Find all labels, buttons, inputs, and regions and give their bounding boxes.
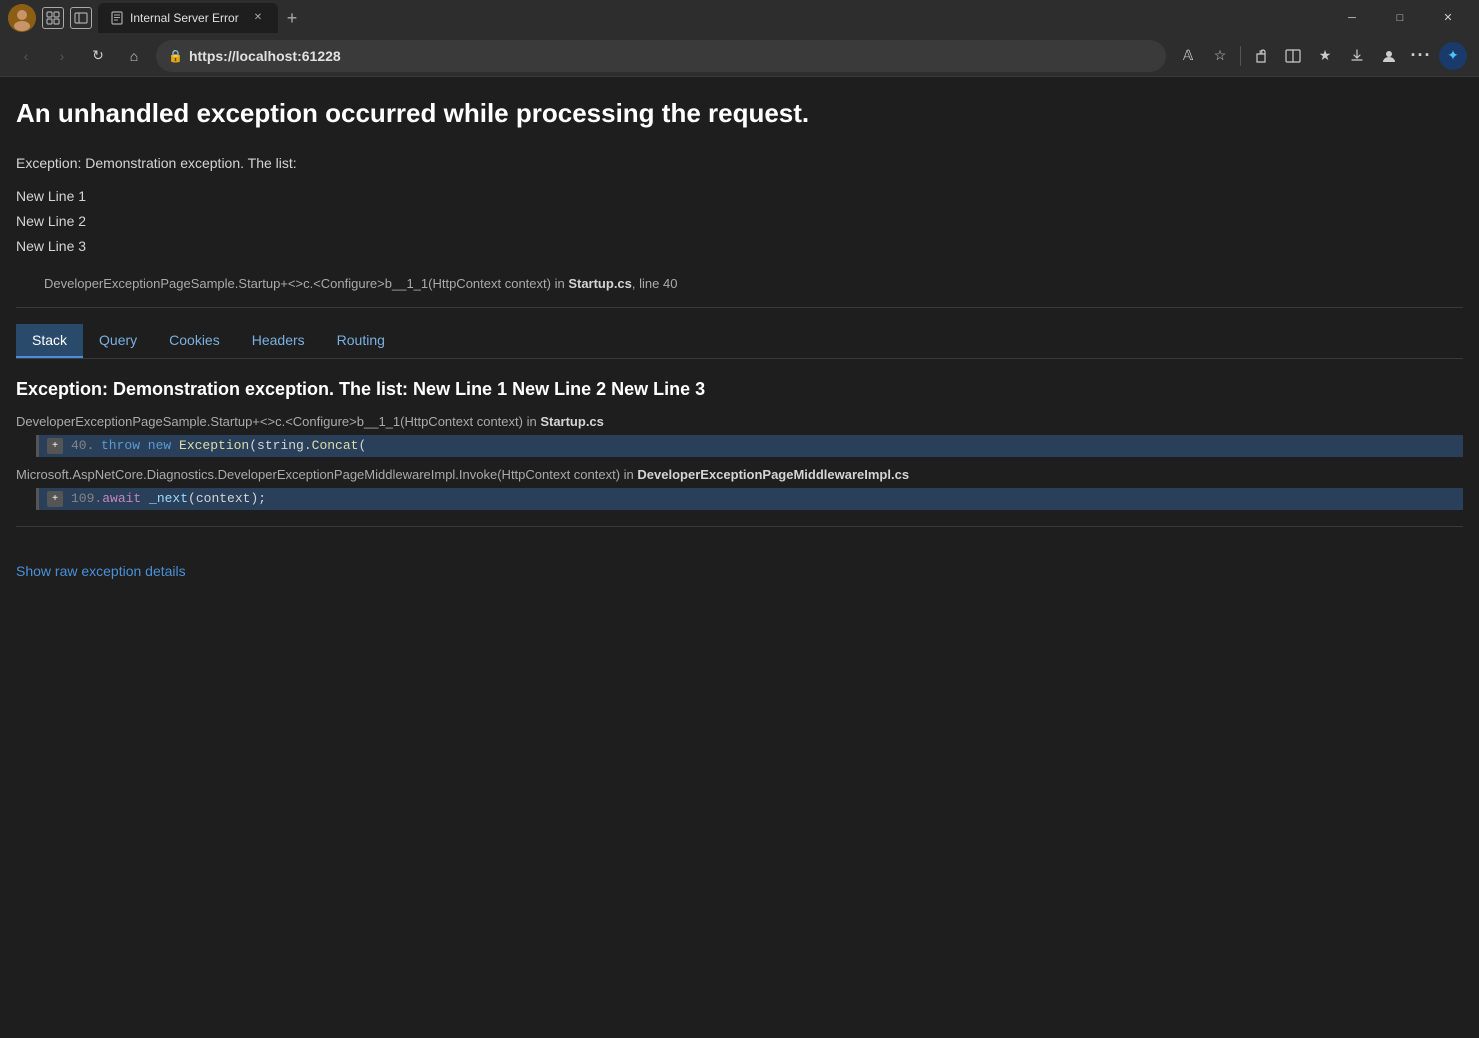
new-tab-button[interactable]: +	[278, 5, 306, 33]
minimize-button[interactable]: ─	[1329, 0, 1375, 35]
copilot-button[interactable]: ✦	[1439, 42, 1467, 70]
url-protocol: https://	[189, 48, 236, 64]
code-paren-1: (string.	[249, 438, 311, 453]
divider-1	[16, 307, 1463, 308]
address-bar[interactable]: 🔒 https://localhost:61228	[156, 40, 1166, 72]
lock-icon: 🔒	[168, 49, 183, 63]
split-screen-button[interactable]	[1279, 42, 1307, 70]
tab-close-button[interactable]: ✕	[250, 10, 266, 26]
frame-2-file: DeveloperExceptionPageMiddlewareImpl.cs	[637, 467, 909, 482]
title-bar: Internal Server Error ✕ + ─ □ ✕	[0, 0, 1479, 35]
frame-1-location: DeveloperExceptionPageSample.Startup+<>c…	[16, 414, 540, 429]
maximize-button[interactable]: □	[1377, 0, 1423, 35]
back-button[interactable]: ‹	[12, 42, 40, 70]
title-bar-controls: ─ □ ✕	[1329, 0, 1471, 35]
address-text: https://localhost:61228	[189, 48, 1154, 64]
stack-location: DeveloperExceptionPageSample.Startup+<>c…	[44, 276, 1463, 291]
extensions-button[interactable]	[1247, 42, 1275, 70]
exception-intro: Exception: Demonstration exception. The …	[16, 151, 1463, 176]
method-concat: Concat	[312, 438, 359, 453]
favorites-button[interactable]: ☆	[1206, 42, 1234, 70]
tab-favicon-icon	[110, 11, 124, 25]
exception-lines-list: New Line 1 New Line 2 New Line 3	[16, 184, 1463, 260]
code-call: (context);	[188, 491, 266, 506]
nav-divider	[1240, 46, 1241, 66]
tab-group-icon[interactable]	[42, 7, 64, 29]
title-bar-left	[8, 4, 92, 32]
exception-line-3: New Line 3	[16, 234, 1463, 259]
tab-routing[interactable]: Routing	[321, 324, 401, 358]
code-text-109: await _next(context);	[102, 491, 266, 506]
stack-frame-2-header: Microsoft.AspNetCore.Diagnostics.Develop…	[16, 465, 1463, 484]
nav-right-icons: 𝔸 ☆ ★ ··· ✦	[1174, 42, 1467, 70]
url-port: :61228	[297, 48, 341, 64]
refresh-button[interactable]: ↻	[84, 42, 112, 70]
expand-button-2[interactable]: +	[47, 491, 63, 507]
stack-frame-1: DeveloperExceptionPageSample.Startup+<>c…	[16, 412, 1463, 457]
exception-line-2: New Line 2	[16, 209, 1463, 234]
code-line-109: + 109. await _next(context);	[39, 488, 1463, 510]
tab-cookies[interactable]: Cookies	[153, 324, 236, 358]
line-number-109: 109.	[71, 491, 102, 506]
sidebar-toggle[interactable]	[70, 7, 92, 29]
close-button[interactable]: ✕	[1425, 0, 1471, 35]
stack-exception-title: Exception: Demonstration exception. The …	[16, 379, 1463, 400]
tabs-nav: Stack Query Cookies Headers Routing	[16, 324, 1463, 358]
stack-location-text: DeveloperExceptionPageSample.Startup+<>c…	[44, 276, 568, 291]
code-text-40: throw new Exception(string.Concat(	[101, 438, 366, 453]
exception-line-1: New Line 1	[16, 184, 1463, 209]
nav-bar: ‹ › ↻ ⌂ 🔒 https://localhost:61228 𝔸 ☆ ★	[0, 35, 1479, 77]
frame-2-code-block: + 109. await _next(context);	[36, 488, 1463, 510]
error-heading: An unhandled exception occurred while pr…	[16, 97, 1463, 131]
tab-title: Internal Server Error	[130, 11, 244, 25]
frame-2-location: Microsoft.AspNetCore.Diagnostics.Develop…	[16, 467, 637, 482]
profile-avatar[interactable]	[8, 4, 36, 32]
keyword-throw: throw new	[101, 438, 179, 453]
tab-headers[interactable]: Headers	[236, 324, 321, 358]
stack-frame-2: Microsoft.AspNetCore.Diagnostics.Develop…	[16, 465, 1463, 510]
browser-window: Internal Server Error ✕ + ─ □ ✕ ‹ › ↻ ⌂ …	[0, 0, 1479, 1038]
profile-button[interactable]	[1375, 42, 1403, 70]
keyword-await: await	[102, 491, 149, 506]
show-raw-link[interactable]: Show raw exception details	[16, 563, 186, 579]
stack-frame-1-header: DeveloperExceptionPageSample.Startup+<>c…	[16, 412, 1463, 431]
method-exception: Exception	[179, 438, 249, 453]
tab-query[interactable]: Query	[83, 324, 153, 358]
frame-1-code-block: + 40. throw new Exception(string.Concat(	[36, 435, 1463, 457]
url-host: localhost	[236, 48, 297, 64]
home-button[interactable]: ⌂	[120, 42, 148, 70]
page-content: An unhandled exception occurred while pr…	[0, 77, 1479, 1038]
divider-3	[16, 526, 1463, 527]
line-number-40: 40.	[71, 438, 101, 453]
active-tab[interactable]: Internal Server Error ✕	[98, 3, 278, 33]
downloads-button[interactable]	[1343, 42, 1371, 70]
forward-button[interactable]: ›	[48, 42, 76, 70]
stack-location-suffix: , line 40	[632, 276, 678, 291]
tabs-row: Internal Server Error ✕ +	[98, 3, 1323, 33]
reader-mode-button[interactable]: 𝔸	[1174, 42, 1202, 70]
stack-section: Exception: Demonstration exception. The …	[16, 379, 1463, 579]
code-paren-2: (	[358, 438, 366, 453]
frame-1-file: Startup.cs	[540, 414, 604, 429]
favorites-bar-button[interactable]: ★	[1311, 42, 1339, 70]
more-options-button[interactable]: ···	[1407, 42, 1435, 70]
stack-location-file: Startup.cs	[568, 276, 632, 291]
expand-button-1[interactable]: +	[47, 438, 63, 454]
code-line-40: + 40. throw new Exception(string.Concat(	[39, 435, 1463, 457]
var-next: _next	[149, 491, 188, 506]
divider-2	[16, 358, 1463, 359]
tab-stack[interactable]: Stack	[16, 324, 83, 358]
